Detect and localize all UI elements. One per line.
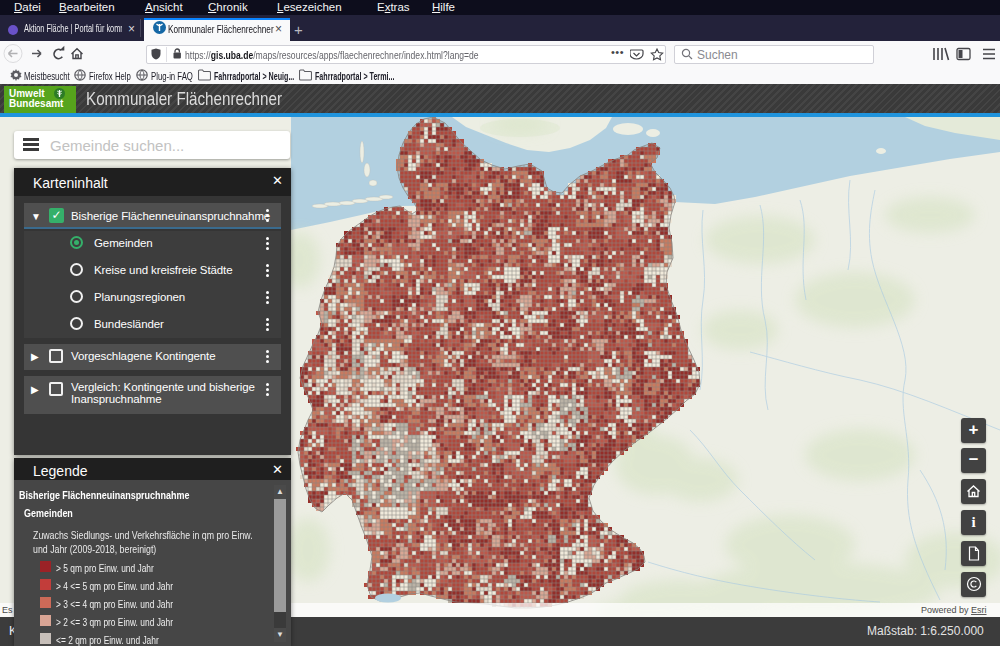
svg-text:Es: Es [2,605,13,615]
svg-text:Powered by Esri: Powered by Esri [921,605,987,615]
